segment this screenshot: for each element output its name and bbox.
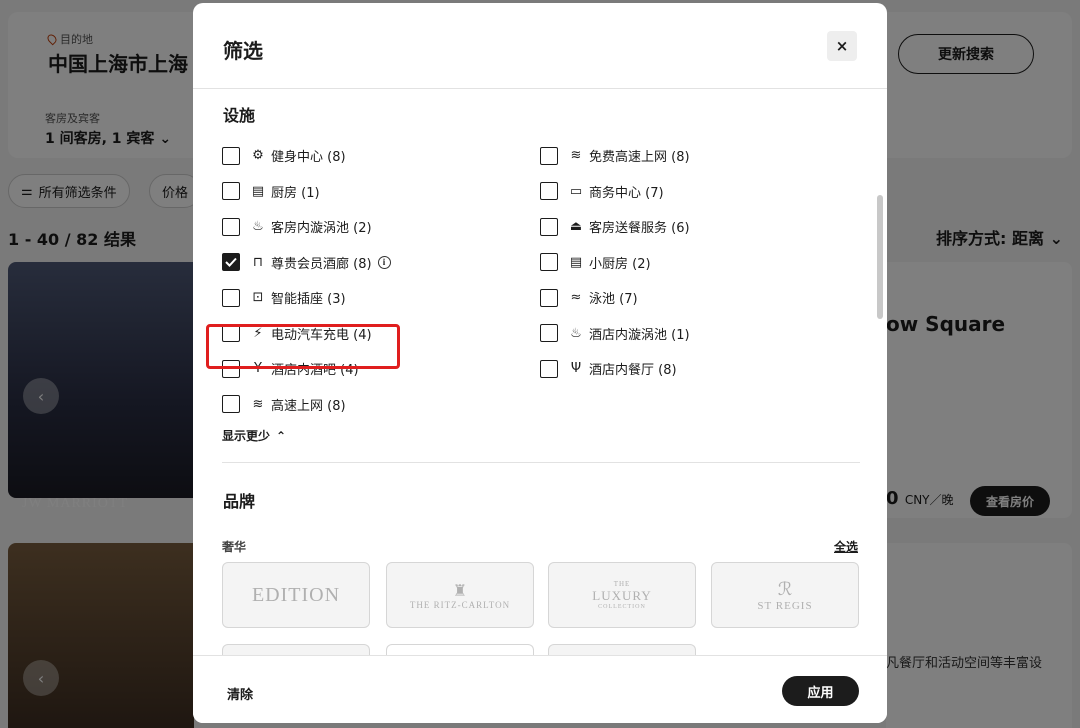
chevron-up-icon: ⌃ [276, 428, 287, 443]
amenity-option[interactable]: ♨ 酒店内漩涡池 (1) [540, 324, 690, 343]
amenity-label: 高速上网 (8) [271, 398, 346, 414]
close-button[interactable]: × [827, 31, 857, 61]
amenity-checkbox[interactable] [540, 146, 558, 165]
computer-icon: ▭ [569, 183, 583, 199]
amenity-option[interactable]: Ψ 酒店内餐厅 (8) [540, 359, 677, 378]
amenity-checkbox[interactable] [540, 217, 558, 236]
brands-title: 品牌 [223, 492, 256, 511]
amenity-option[interactable]: ▤ 厨房 (1) [222, 182, 320, 201]
amenity-checkbox[interactable] [540, 182, 558, 200]
hot-tub-icon: ♨ [252, 219, 264, 234]
brand-edition-card[interactable]: EDITION [222, 562, 370, 628]
show-less-link[interactable]: 显示更少 ⌃ [222, 427, 286, 444]
room-service-icon: ⏏ [569, 219, 583, 234]
modal-body[interactable]: 设施 ⚙ 健身中心 (8) ≋ 免费高速上网 (8) ▤ 厨房 (1) ▭ 商务中心 (7) ♨… [193, 90, 887, 655]
amenity-option[interactable]: ⊓ 尊贵会员酒廊 (8) i [222, 253, 391, 272]
brand-card[interactable] [222, 644, 370, 655]
wifi-icon: ≋ [570, 148, 582, 163]
amenity-option[interactable]: ≋ 免费高速上网 (8) [540, 146, 690, 165]
amenity-label: 酒店内餐厅 (8) [589, 363, 677, 378]
amenity-option[interactable]: ▭ 商务中心 (7) [540, 182, 664, 201]
highlight-box [206, 324, 400, 369]
filter-modal: 筛选 × 设施 ⚙ 健身中心 (8) ≋ 免费高速上网 (8) ▤ 厨房 (1) ▭ 商务中心… [193, 3, 887, 723]
divider [222, 462, 860, 463]
brand-card[interactable] [386, 644, 534, 655]
fridge-icon: ▤ [251, 183, 265, 199]
modal-footer: 清除 应用 [193, 655, 887, 723]
amenity-label: 泳池 (7) [589, 292, 638, 307]
amenity-checkbox[interactable] [222, 182, 240, 200]
amenity-label: 客房内漩涡池 (2) [271, 221, 372, 236]
close-icon: × [835, 37, 849, 55]
amenity-label: 智能插座 (3) [271, 292, 346, 307]
wifi-icon: ≋ [252, 396, 264, 412]
amenity-option[interactable]: ⚙ 健身中心 (8) [222, 146, 346, 165]
modal-title: 筛选 [223, 39, 263, 63]
brand-card[interactable] [548, 644, 696, 655]
brand-st-regis-card[interactable]: ℛ ST REGIS [711, 562, 859, 628]
amenity-checkbox[interactable] [222, 395, 240, 413]
st-regis-crest-icon: ℛ [777, 578, 793, 599]
amenity-label: 酒店内漩涡池 (1) [589, 327, 690, 343]
select-all-link[interactable]: 全选 [834, 538, 858, 555]
clear-button[interactable]: 清除 [227, 684, 253, 703]
amenity-label: 健身中心 (8) [271, 150, 346, 165]
amenity-checkbox[interactable] [222, 146, 240, 165]
amenity-label: 厨房 (1) [271, 185, 320, 201]
brand-luxury-collection-card[interactable]: THE LUXURY COLLECTION [548, 562, 696, 628]
apply-button[interactable]: 应用 [782, 676, 859, 706]
amenity-checkbox[interactable] [540, 253, 558, 271]
amenity-option[interactable]: ≈ 泳池 (7) [540, 288, 638, 307]
lion-crest-icon: ♜ [452, 580, 468, 600]
amenity-checkbox[interactable] [222, 217, 240, 236]
amenity-label: 尊贵会员酒廊 (8) [271, 256, 372, 272]
pool-icon: ≈ [570, 290, 582, 305]
amenity-option[interactable]: ⊡ 智能插座 (3) [222, 288, 346, 307]
amenity-checkbox[interactable] [540, 324, 558, 342]
amenity-checkbox[interactable] [540, 359, 558, 378]
restaurant-icon: Ψ [570, 361, 582, 376]
outlet-icon: ⊡ [252, 290, 264, 305]
modal-header: 筛选 × [193, 3, 887, 89]
amenity-checkbox[interactable] [540, 288, 558, 307]
hot-tub-icon: ♨ [570, 325, 582, 341]
amenity-option[interactable]: ▤ 小厨房 (2) [540, 253, 651, 272]
brand-ritz-carlton-card[interactable]: ♜ THE RITZ-CARLTON [386, 562, 534, 628]
info-icon[interactable]: i [377, 255, 391, 269]
kitchenette-icon: ▤ [569, 254, 583, 270]
amenity-checkbox[interactable] [222, 253, 240, 271]
amenity-option[interactable]: ⏏ 客房送餐服务 (6) [540, 217, 690, 236]
amenity-label: 客房送餐服务 (6) [589, 221, 690, 236]
amenity-label: 免费高速上网 (8) [589, 150, 690, 165]
dumbbell-icon: ⚙ [252, 148, 264, 163]
lounge-sofa-icon: ⊓ [252, 254, 264, 270]
amenity-option[interactable]: ≋ 高速上网 (8) [222, 395, 346, 414]
luxury-label: 奢华 [222, 540, 247, 554]
modal-scrollbar[interactable] [877, 195, 883, 319]
amenity-label: 小厨房 (2) [589, 256, 651, 272]
amenities-title: 设施 [223, 106, 256, 125]
amenity-checkbox[interactable] [222, 288, 240, 307]
amenity-option[interactable]: ♨ 客房内漩涡池 (2) [222, 217, 372, 236]
amenity-label: 商务中心 (7) [589, 185, 664, 201]
